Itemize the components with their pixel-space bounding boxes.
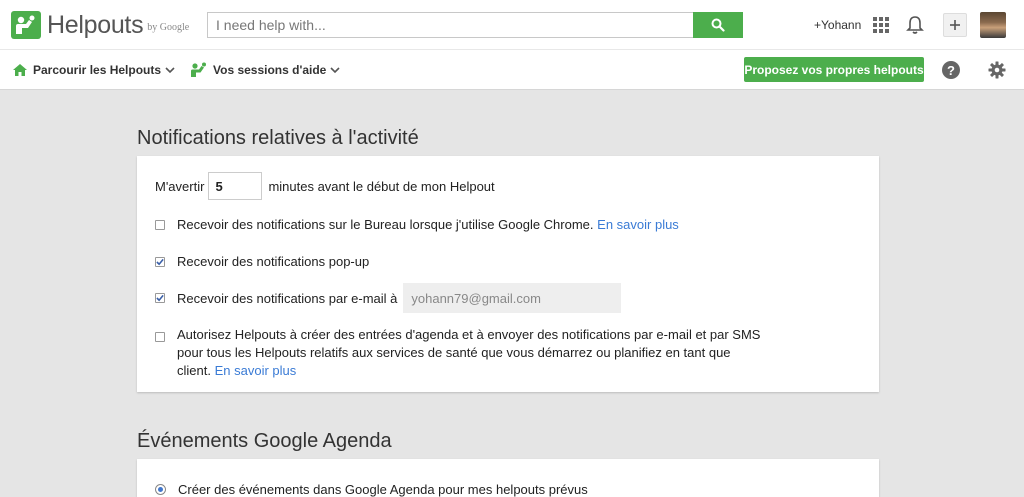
avatar[interactable]	[980, 12, 1006, 38]
help-sessions-label: Vos sessions d'aide	[213, 63, 327, 77]
propose-helpouts-button[interactable]: Proposez vos propres helpouts	[744, 57, 924, 82]
gear-icon[interactable]	[988, 61, 1006, 79]
helpouts-logo[interactable]: Helpouts by Google	[11, 11, 189, 39]
health-learn-more-link[interactable]: En savoir plus	[215, 363, 297, 378]
search-input[interactable]	[208, 13, 688, 37]
desktop-notifications-label: Recevoir des notifications sur le Bureau…	[177, 217, 594, 232]
helpouts-logo-icon	[11, 11, 41, 39]
browse-helpouts-menu[interactable]: Parcourir les Helpouts	[12, 50, 180, 90]
plus-icon	[950, 20, 960, 30]
desktop-notifications-checkbox[interactable]	[155, 219, 165, 230]
reminder-minutes-input[interactable]	[208, 172, 263, 200]
health-services-checkbox[interactable]	[155, 332, 165, 342]
share-plus-button[interactable]	[943, 13, 967, 37]
apps-grid-icon[interactable]	[873, 17, 889, 33]
notifications-card: M'avertir minutes avant le début de mon …	[137, 156, 879, 392]
top-bar: Helpouts by Google +Yohann	[0, 0, 1024, 50]
health-services-text: Autorisez Helpouts à créer des entrées d…	[177, 326, 767, 380]
calendar-section-title: Événements Google Agenda	[137, 430, 392, 452]
browse-helpouts-label: Parcourir les Helpouts	[33, 63, 162, 77]
health-services-row: Autorisez Helpouts à créer des entrées d…	[155, 326, 767, 380]
create-events-row: Créer des événements dans Google Agenda …	[155, 482, 588, 497]
logo-text: Helpouts	[47, 11, 144, 39]
create-events-radio[interactable]	[155, 484, 166, 495]
create-events-label: Créer des événements dans Google Agenda …	[178, 482, 588, 497]
email-address-field[interactable]	[403, 283, 622, 313]
popup-notifications-checkbox[interactable]	[155, 256, 165, 267]
helpouts-sessions-icon	[191, 62, 206, 77]
notifications-section-title: Notifications relatives à l'activité	[137, 127, 419, 149]
notifications-bell-icon[interactable]	[906, 15, 924, 35]
sub-navigation-bar: Parcourir les Helpouts Vos sessions d'ai…	[0, 50, 1024, 90]
chevron-down-icon	[165, 66, 175, 73]
home-icon	[13, 64, 27, 76]
chevron-down-icon	[330, 66, 340, 73]
help-sessions-menu[interactable]: Vos sessions d'aide	[190, 50, 345, 90]
email-notifications-row: Recevoir des notifications par e-mail à	[155, 283, 622, 313]
desktop-notifications-row: Recevoir des notifications sur le Bureau…	[155, 217, 679, 232]
user-profile-link[interactable]: +Yohann	[814, 18, 861, 32]
email-notifications-label: Recevoir des notifications par e-mail à	[177, 290, 398, 306]
calendar-card: Créer des événements dans Google Agenda …	[137, 459, 879, 497]
popup-notifications-label: Recevoir des notifications pop-up	[177, 254, 370, 269]
search-icon	[711, 18, 725, 32]
search-bar	[207, 12, 743, 38]
help-question-icon[interactable]: ?	[942, 61, 960, 79]
email-notifications-checkbox[interactable]	[155, 293, 165, 303]
reminder-suffix: minutes avant le début de mon Helpout	[268, 178, 495, 194]
logo-by-google: by Google	[147, 22, 190, 33]
desktop-learn-more-link[interactable]: En savoir plus	[597, 217, 679, 232]
reminder-prefix: M'avertir	[155, 178, 205, 194]
search-button[interactable]	[693, 12, 743, 38]
popup-notifications-row: Recevoir des notifications pop-up	[155, 254, 369, 269]
reminder-row: M'avertir minutes avant le début de mon …	[155, 172, 495, 200]
